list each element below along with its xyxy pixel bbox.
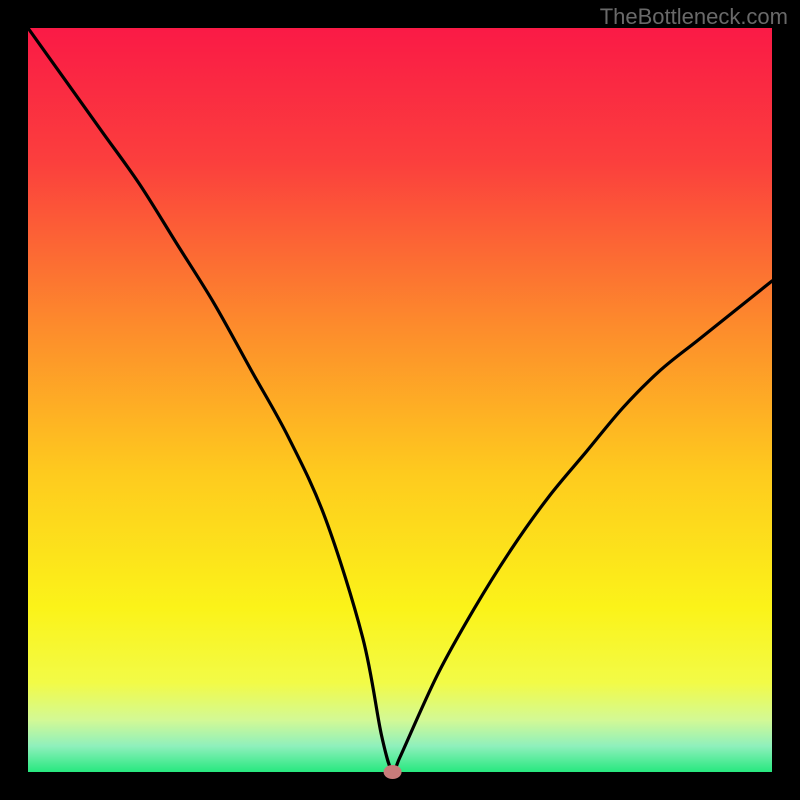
- chart-container: TheBottleneck.com: [0, 0, 800, 800]
- bottleneck-chart: [0, 0, 800, 800]
- watermark-text: TheBottleneck.com: [600, 4, 788, 30]
- chart-background: [28, 28, 772, 772]
- optimum-marker: [384, 765, 402, 779]
